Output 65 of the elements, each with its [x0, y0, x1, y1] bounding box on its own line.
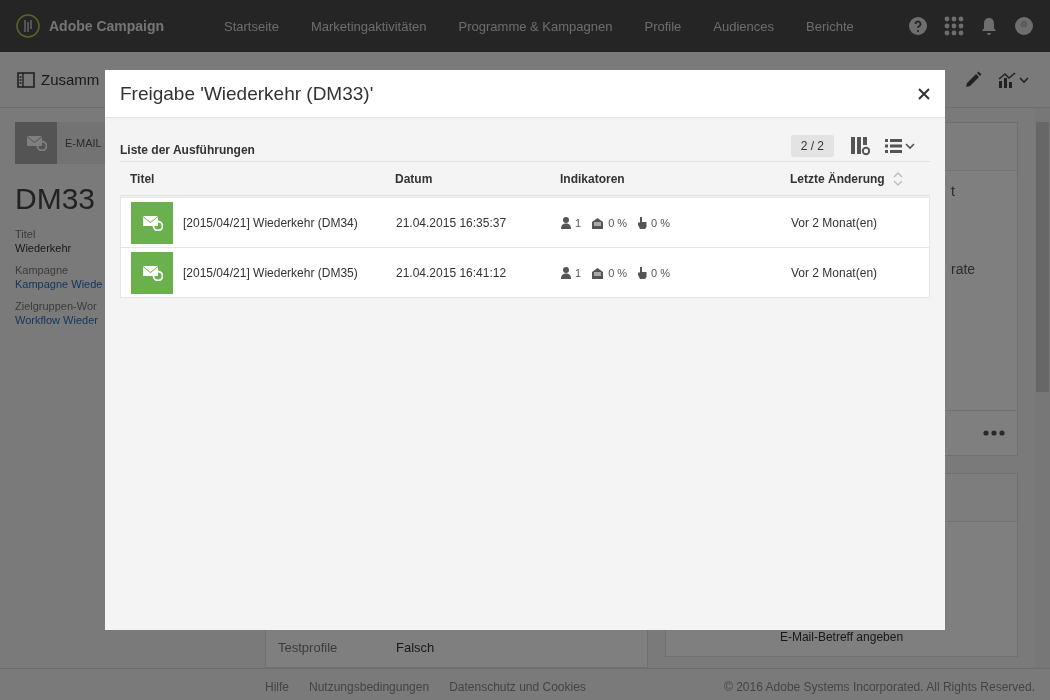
property-value: Falsch: [396, 639, 435, 655]
indicator-value: 0 %: [651, 266, 671, 279]
stat-label: t: [951, 183, 956, 199]
nav-link[interactable]: Berichte: [806, 18, 854, 34]
nav-link[interactable]: Audiences: [713, 18, 775, 34]
table-cell-text: Vor 2 Monat(en): [791, 215, 879, 230]
table-cell: [2015/04/21] Wiederkehr (DM35): [183, 265, 358, 280]
pencil-icon[interactable]: [963, 69, 983, 90]
field-label: Titel: [15, 228, 36, 240]
indicator-value: 1: [575, 216, 582, 229]
list-view-button[interactable]: [884, 137, 916, 155]
open-envelope-icon: [591, 266, 605, 279]
stat-label: rate: [951, 261, 977, 277]
field-link[interactable]: Kampagne Wiede: [15, 278, 103, 290]
indicator-value: 1: [575, 266, 582, 279]
list-caret-icon: [884, 137, 916, 155]
preview-hint: E-Mail-Betreff angeben: [779, 630, 904, 644]
field-label: Kampagne: [15, 264, 69, 276]
table-cell: [2015/04/21] Wiederkehr (DM34): [183, 215, 358, 230]
email-refresh-icon: [141, 264, 163, 281]
hand-pointer-icon: [637, 216, 648, 229]
indicator-value: 0 %: [608, 266, 628, 279]
hand-pointer-icon: [637, 266, 648, 279]
column-settings-button[interactable]: [850, 136, 870, 156]
nav-link[interactable]: Startseite: [224, 18, 279, 34]
table-row[interactable]: [2015/04/21] Wiederkehr (DM35) 21.04.2015 16:41:12 1 0 % 0 % Vor 2 Monat(en): [121, 248, 929, 297]
delivery-name: DM33: [15, 182, 97, 216]
more-icon[interactable]: [983, 430, 1005, 436]
property-label: Testprofile: [277, 639, 339, 655]
table-cell-text: 21.04.2015 16:35:37: [396, 215, 508, 230]
indicator-value: 0 %: [608, 216, 628, 229]
field-label: Zielgruppen-Wor: [15, 300, 97, 312]
nav-link[interactable]: Programme & Kampagnen: [458, 18, 613, 34]
field-link[interactable]: Workflow Wieder: [15, 314, 98, 326]
bell-icon[interactable]: [980, 16, 998, 36]
column-header[interactable]: Letzte Änderung: [790, 171, 885, 186]
column-header[interactable]: Titel: [130, 171, 155, 186]
page-counter: 2 / 2: [790, 135, 834, 157]
chart-dropdown-icon[interactable]: [997, 69, 1029, 90]
nav-link[interactable]: Marketingaktivitäten: [310, 18, 427, 34]
columns-gear-icon: [850, 136, 870, 156]
app-name: Adobe Campaign: [49, 18, 165, 34]
table-cell-text: Vor 2 Monat(en): [791, 265, 879, 280]
channel-label: E-MAIL: [65, 137, 102, 149]
indicator-value: 0 %: [651, 216, 671, 229]
table-row[interactable]: [2015/04/21] Wiederkehr (DM34) 21.04.2015 16:35:37 1 0 % 0 % Vor 2 Monat(en): [121, 198, 929, 248]
person-icon: [561, 266, 571, 279]
person-icon: [561, 216, 571, 229]
column-header[interactable]: Datum: [395, 171, 433, 186]
email-refresh-icon: [25, 135, 47, 151]
close-button[interactable]: [918, 87, 930, 100]
help-icon[interactable]: [908, 16, 928, 36]
close-icon: [918, 87, 930, 100]
page-title: Zusamm: [41, 71, 101, 88]
open-envelope-icon: [591, 216, 605, 229]
list-title: Liste der Ausführungen: [120, 143, 256, 157]
apps-grid-icon[interactable]: [944, 16, 964, 36]
dialog-title: Freigabe 'Wiederkehr (DM33)': [120, 82, 375, 105]
nav-link[interactable]: Profile: [644, 18, 682, 34]
column-header[interactable]: Indikatoren: [560, 171, 625, 186]
panel-icon[interactable]: [17, 71, 35, 88]
email-refresh-icon: [141, 214, 163, 231]
avatar-icon[interactable]: [1014, 16, 1034, 36]
logo-icon: [16, 14, 40, 38]
table-cell-text: 21.04.2015 16:41:12: [396, 265, 508, 280]
